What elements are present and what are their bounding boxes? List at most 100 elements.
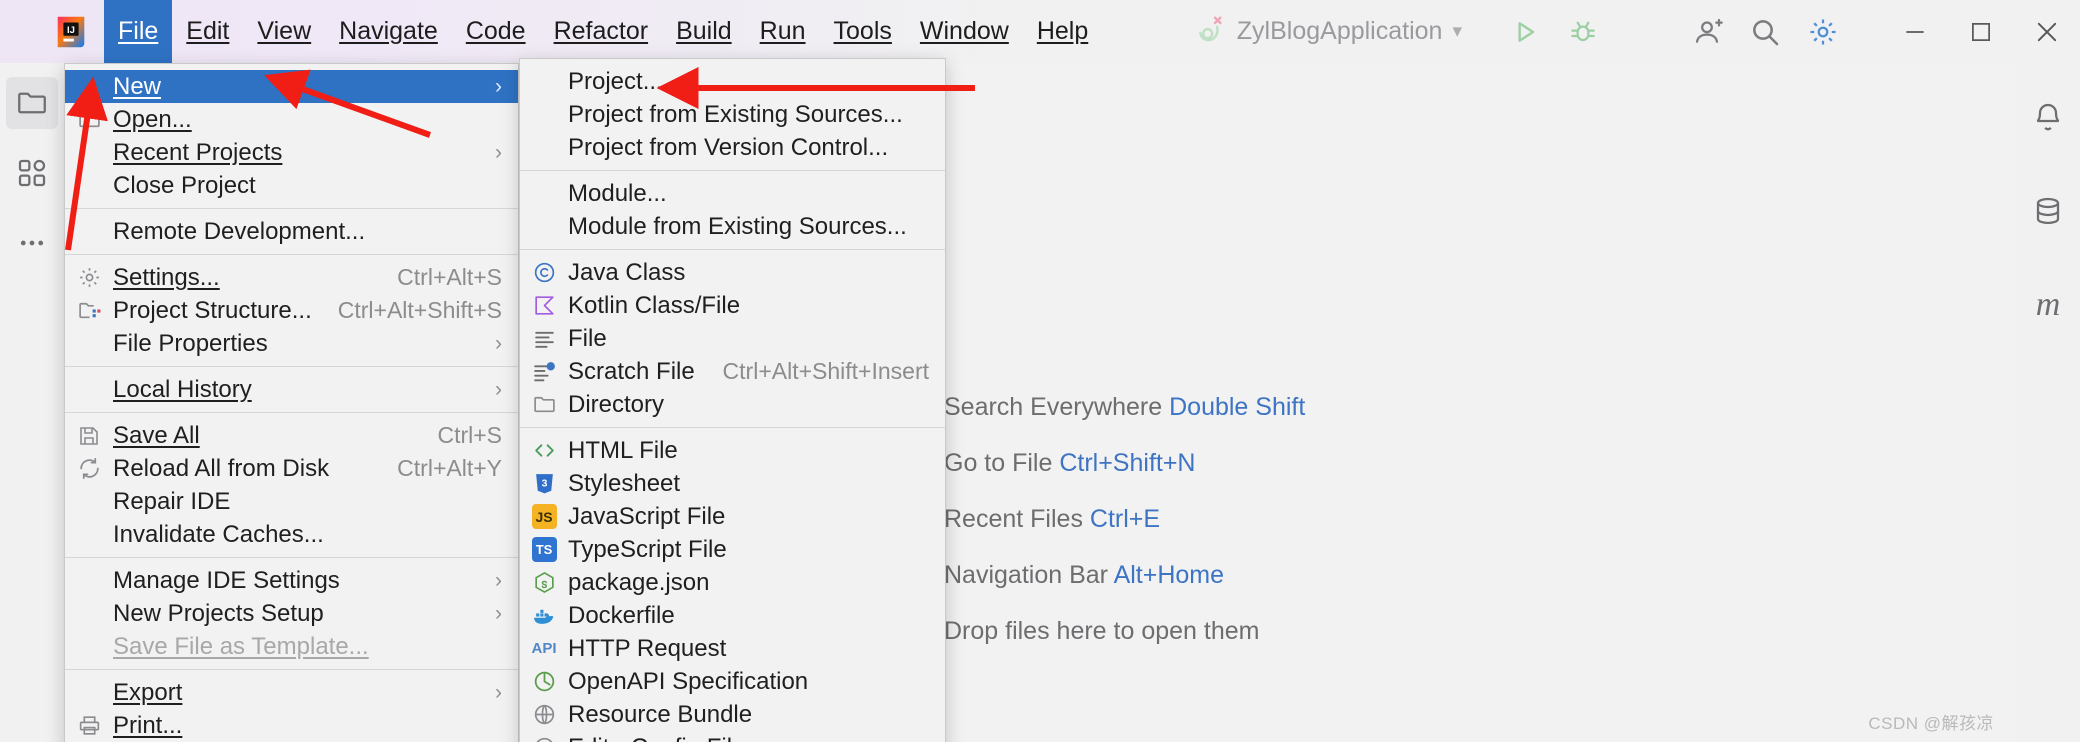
new-menu-item-resource-bundle[interactable]: Resource Bundle bbox=[520, 698, 945, 731]
run-button[interactable] bbox=[1496, 0, 1554, 63]
css-icon: 3 bbox=[520, 467, 568, 500]
maven-tool-window-button[interactable]: m bbox=[2022, 279, 2074, 331]
file-menu-item-new-projects-setup[interactable]: New Projects Setup › bbox=[65, 597, 518, 630]
file-menu-item-label: Close Project bbox=[113, 171, 256, 199]
close-window-button[interactable] bbox=[2014, 0, 2080, 63]
debug-button[interactable] bbox=[1554, 0, 1612, 63]
no-icon bbox=[65, 136, 113, 169]
file-menu-item-new[interactable]: New › bbox=[65, 70, 518, 103]
file-menu-item-recent-projects[interactable]: Recent Projects › bbox=[65, 136, 518, 169]
menu-tools[interactable]: Tools bbox=[820, 0, 906, 63]
new-menu-item-label: Project... bbox=[568, 67, 663, 95]
welcome-row-key: Alt+Home bbox=[1113, 561, 1225, 589]
file-menu-item-project-structure[interactable]: Project Structure... Ctrl+Alt+Shift+S bbox=[65, 294, 518, 327]
new-menu-item-label: Project from Existing Sources... bbox=[568, 100, 903, 128]
file-menu-item-file-properties[interactable]: File Properties › bbox=[65, 327, 518, 360]
new-menu-item-label: HTML File bbox=[568, 436, 678, 464]
new-menu-item-label: Resource Bundle bbox=[568, 700, 753, 728]
file-menu-item-local-history[interactable]: Local History › bbox=[65, 373, 518, 406]
file-menu-item-settings[interactable]: Settings... Ctrl+Alt+S bbox=[65, 261, 518, 294]
no-icon bbox=[520, 98, 568, 131]
welcome-row: Recent Files Ctrl+E bbox=[944, 505, 1704, 534]
new-menu-item-java-class[interactable]: Java Class bbox=[520, 256, 945, 289]
menu-code[interactable]: Code bbox=[452, 0, 540, 63]
welcome-row-text: Go to File bbox=[944, 449, 1053, 477]
docker-icon bbox=[520, 599, 568, 632]
welcome-row: Go to File Ctrl+Shift+N bbox=[944, 449, 1704, 478]
new-menu-item-html-file[interactable]: HTML File bbox=[520, 434, 945, 467]
menu-bar: File Edit View Navigate Code Refactor Bu… bbox=[104, 0, 1102, 63]
file-menu-item-label: Export bbox=[113, 678, 183, 706]
search-everywhere-button[interactable] bbox=[1736, 0, 1794, 63]
menu-separator bbox=[520, 170, 945, 171]
notifications-button[interactable] bbox=[2022, 91, 2074, 143]
menu-separator bbox=[65, 208, 518, 209]
new-menu-item-project-from-existing-sources[interactable]: Project from Existing Sources... bbox=[520, 98, 945, 131]
new-menu-item-label: Directory bbox=[568, 390, 665, 418]
file-menu-item-label: Save All bbox=[113, 421, 200, 449]
menu-separator bbox=[65, 366, 518, 367]
folder-icon bbox=[65, 103, 113, 136]
structure-tool-window-button[interactable] bbox=[6, 147, 58, 199]
new-menu-item-scratch-file[interactable]: Scratch File Ctrl+Alt+Shift+Insert bbox=[520, 355, 945, 388]
new-menu-item-http-request[interactable]: API HTTP Request bbox=[520, 632, 945, 665]
new-menu-item-module[interactable]: Module... bbox=[520, 177, 945, 210]
new-menu-item-editorconfig-file[interactable]: EditorConfig File bbox=[520, 731, 945, 742]
account-button[interactable] bbox=[1678, 0, 1736, 63]
menu-file[interactable]: File bbox=[104, 0, 173, 63]
file-menu-item-remote-development[interactable]: Remote Development... bbox=[65, 215, 518, 248]
file-menu-item-invalidate-caches[interactable]: Invalidate Caches... bbox=[65, 518, 518, 551]
minimize-window-button[interactable] bbox=[1882, 0, 1948, 63]
new-menu-item-javascript-file[interactable]: JS JavaScript File bbox=[520, 500, 945, 533]
svg-text:IJ: IJ bbox=[67, 24, 75, 35]
menu-view[interactable]: View bbox=[243, 0, 325, 63]
new-menu-item-package-json[interactable]: package.json bbox=[520, 566, 945, 599]
run-configuration-selector[interactable]: ZylBlogApplication ▾ bbox=[1195, 13, 1462, 50]
file-menu-item-manage-ide-settings[interactable]: Manage IDE Settings › bbox=[65, 564, 518, 597]
file-menu-item-print[interactable]: Print... bbox=[65, 709, 518, 742]
new-menu-item-label: File bbox=[568, 324, 607, 352]
file-menu-item-shortcut: Ctrl+Alt+Y bbox=[397, 455, 502, 481]
file-menu-item-label: File Properties bbox=[113, 329, 268, 357]
run-configuration-name: ZylBlogApplication bbox=[1236, 17, 1443, 45]
new-menu-item-kotlin-class-file[interactable]: Kotlin Class/File bbox=[520, 289, 945, 322]
maximize-window-button[interactable] bbox=[1948, 0, 2014, 63]
new-menu-item-project-from-version-control[interactable]: Project from Version Control... bbox=[520, 131, 945, 164]
new-menu-item-stylesheet[interactable]: 3 Stylesheet bbox=[520, 467, 945, 500]
file-menu-item-open[interactable]: Open... bbox=[65, 103, 518, 136]
new-menu-item-dockerfile[interactable]: Dockerfile bbox=[520, 599, 945, 632]
no-icon bbox=[65, 373, 113, 406]
settings-gear-button[interactable] bbox=[1794, 0, 1852, 63]
file-menu-item-save-all[interactable]: Save All Ctrl+S bbox=[65, 419, 518, 452]
file-menu-item-export[interactable]: Export › bbox=[65, 676, 518, 709]
file-menu-item-close-project[interactable]: Close Project bbox=[65, 169, 518, 202]
file-menu-item-label: Save File as Template... bbox=[113, 632, 369, 660]
new-menu-item-label: EditorConfig File bbox=[568, 734, 929, 742]
menu-edit[interactable]: Edit bbox=[172, 0, 243, 63]
file-menu-item-repair-ide[interactable]: Repair IDE bbox=[65, 485, 518, 518]
file-menu-item-reload-all-from-disk[interactable]: Reload All from Disk Ctrl+Alt+Y bbox=[65, 452, 518, 485]
menu-run[interactable]: Run bbox=[746, 0, 820, 63]
new-menu-item-file[interactable]: File bbox=[520, 322, 945, 355]
file-menu-item-label: Manage IDE Settings bbox=[113, 566, 340, 594]
file-menu-item-label: Print... bbox=[113, 711, 183, 739]
new-menu-item-project[interactable]: Project... bbox=[520, 65, 945, 98]
menu-build[interactable]: Build bbox=[662, 0, 746, 63]
menu-refactor[interactable]: Refactor bbox=[540, 0, 662, 63]
menu-window[interactable]: Window bbox=[906, 0, 1023, 63]
menu-help[interactable]: Help bbox=[1023, 0, 1102, 63]
chevron-right-icon: › bbox=[495, 568, 502, 592]
js-badge: JS bbox=[531, 504, 557, 529]
new-menu-item-shortcut: Ctrl+Alt+Shift+Insert bbox=[722, 358, 929, 384]
new-menu-item-typescript-file[interactable]: TS TypeScript File bbox=[520, 533, 945, 566]
new-menu-item-directory[interactable]: Directory bbox=[520, 388, 945, 421]
new-menu-item-openapi-specification[interactable]: OpenAPI Specification bbox=[520, 665, 945, 698]
menu-window-label: Window bbox=[919, 17, 1009, 45]
more-tool-windows-button[interactable] bbox=[6, 217, 58, 269]
ts-badge: TS bbox=[531, 537, 557, 562]
database-tool-window-button[interactable] bbox=[2022, 185, 2074, 237]
new-menu-item-module-from-existing-sources[interactable]: Module from Existing Sources... bbox=[520, 210, 945, 243]
file-menu-item-shortcut: Ctrl+S bbox=[437, 422, 502, 448]
project-tool-window-button[interactable] bbox=[6, 77, 58, 129]
menu-navigate[interactable]: Navigate bbox=[325, 0, 452, 63]
